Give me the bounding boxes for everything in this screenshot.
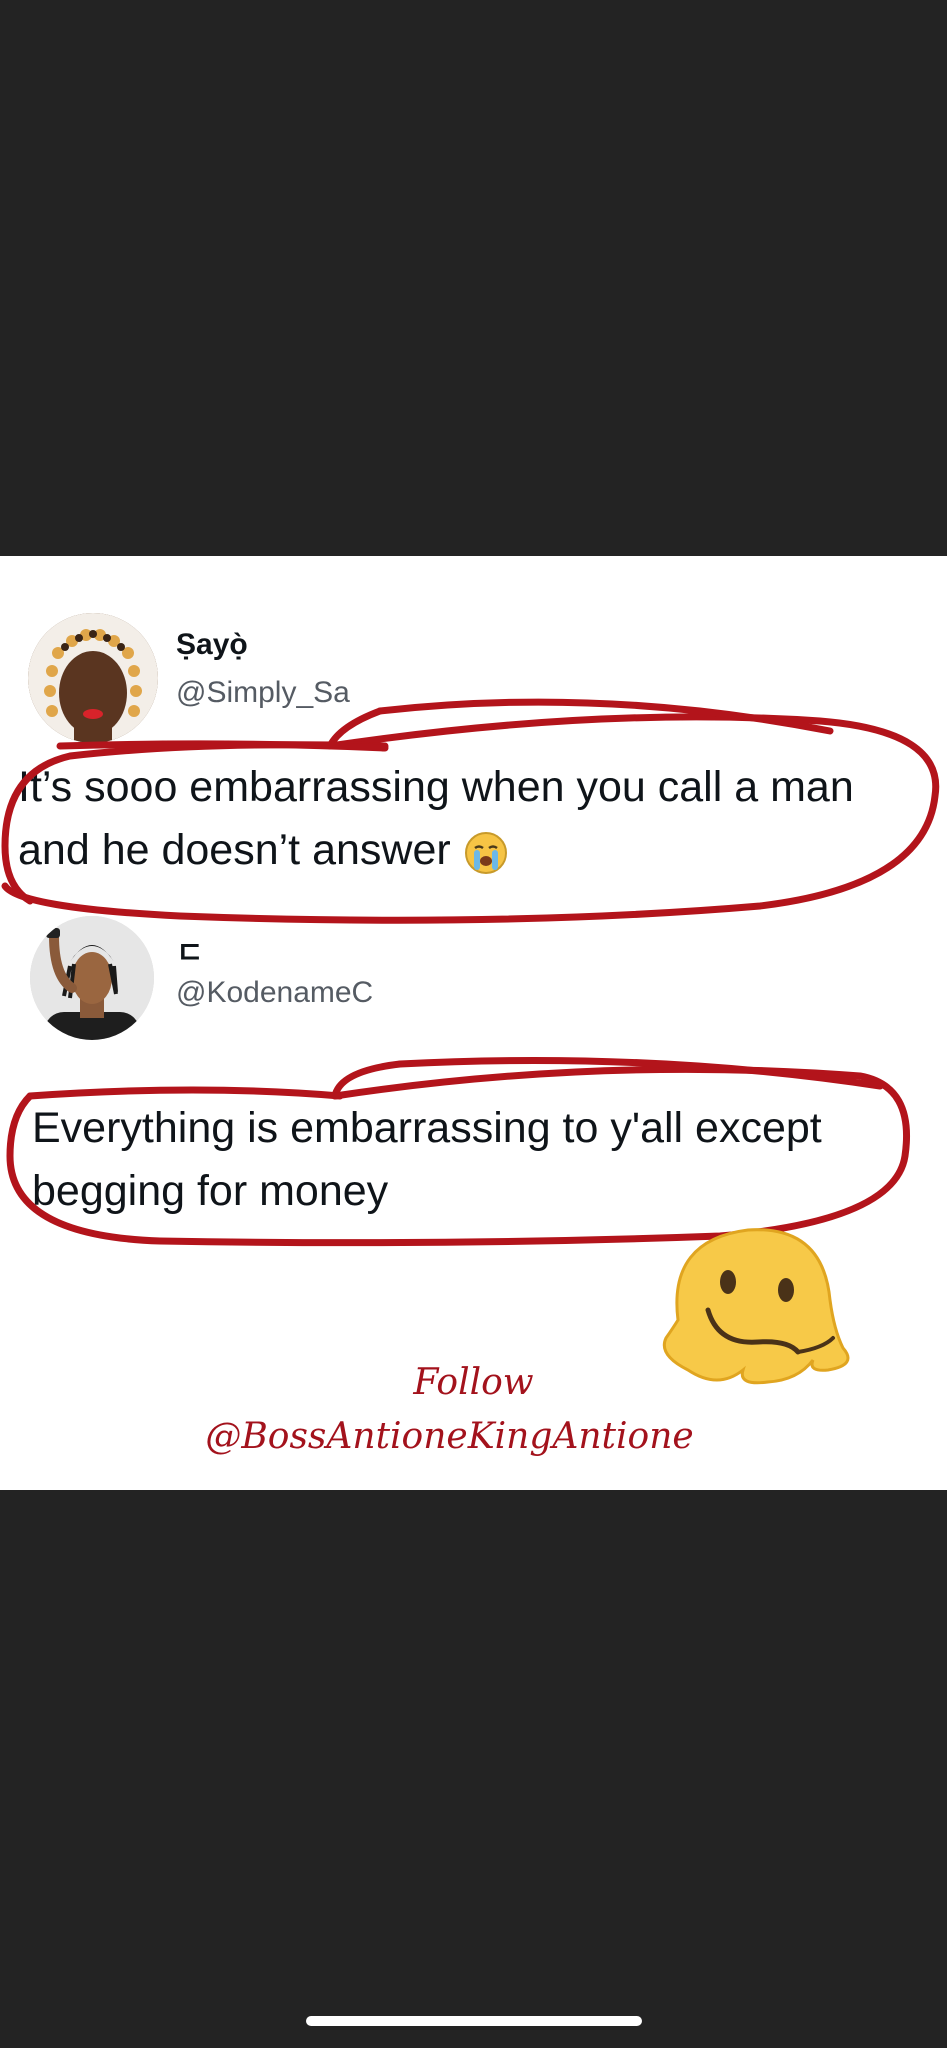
tweet-screenshot-card: Ṣayọ̀ @Simply_Sa It’s sooo embarrassing … (0, 556, 947, 1490)
home-indicator[interactable] (306, 2016, 642, 2026)
watermark-handle: @BossAntioneKingAntione (205, 1416, 694, 1457)
watermark-follow: Follow (413, 1362, 534, 1403)
